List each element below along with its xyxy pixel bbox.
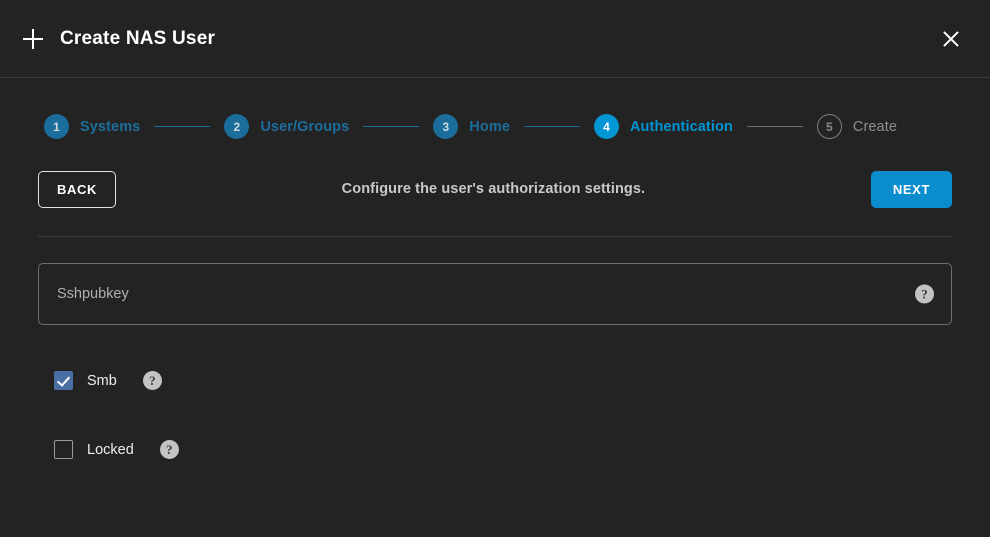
step-label-home: Home: [469, 119, 510, 135]
locked-row: Locked ?: [38, 440, 952, 459]
sshpubkey-help-icon[interactable]: ?: [915, 285, 934, 304]
wizard-stepper: 1 Systems 2 User/Groups 3 Home 4 Authent…: [0, 78, 990, 139]
step-authentication[interactable]: 4 Authentication: [594, 114, 733, 139]
step-label-authentication: Authentication: [630, 119, 733, 135]
smb-label: Smb: [87, 373, 117, 389]
step-number-3: 3: [433, 114, 458, 139]
page-title: Create NAS User: [60, 28, 215, 50]
locked-checkbox[interactable]: [54, 440, 73, 459]
create-nas-user-dialog: Create NAS User 1 Systems 2 User/Groups …: [0, 0, 990, 537]
step-connector-2: [363, 126, 419, 127]
locked-help-icon[interactable]: ?: [160, 440, 179, 459]
plus-icon: [18, 24, 48, 54]
authentication-form: Sshpubkey ? Smb ? Locked ?: [0, 237, 990, 537]
step-connector-4: [747, 126, 803, 127]
step-number-4: 4: [594, 114, 619, 139]
step-user-groups[interactable]: 2 User/Groups: [224, 114, 349, 139]
step-label-systems: Systems: [80, 119, 140, 135]
close-icon[interactable]: [934, 22, 968, 56]
next-button[interactable]: NEXT: [871, 171, 952, 208]
dialog-header: Create NAS User: [0, 0, 990, 78]
step-systems[interactable]: 1 Systems: [44, 114, 140, 139]
step-label-create: Create: [853, 119, 897, 135]
step-connector-1: [154, 126, 210, 127]
step-hint-text: Configure the user's authorization setti…: [116, 181, 871, 197]
step-home[interactable]: 3 Home: [433, 114, 510, 139]
sshpubkey-label: Sshpubkey: [57, 286, 129, 302]
step-number-5: 5: [817, 114, 842, 139]
step-label-user-groups: User/Groups: [260, 119, 349, 135]
step-number-2: 2: [224, 114, 249, 139]
step-number-1: 1: [44, 114, 69, 139]
step-create[interactable]: 5 Create: [817, 114, 897, 139]
back-button[interactable]: BACK: [38, 171, 116, 208]
smb-checkbox[interactable]: [54, 371, 73, 390]
step-connector-3: [524, 126, 580, 127]
smb-help-icon[interactable]: ?: [143, 371, 162, 390]
wizard-action-row: BACK Configure the user's authorization …: [0, 169, 990, 209]
locked-label: Locked: [87, 442, 134, 458]
sshpubkey-field[interactable]: Sshpubkey ?: [38, 263, 952, 325]
smb-row: Smb ?: [38, 371, 952, 390]
